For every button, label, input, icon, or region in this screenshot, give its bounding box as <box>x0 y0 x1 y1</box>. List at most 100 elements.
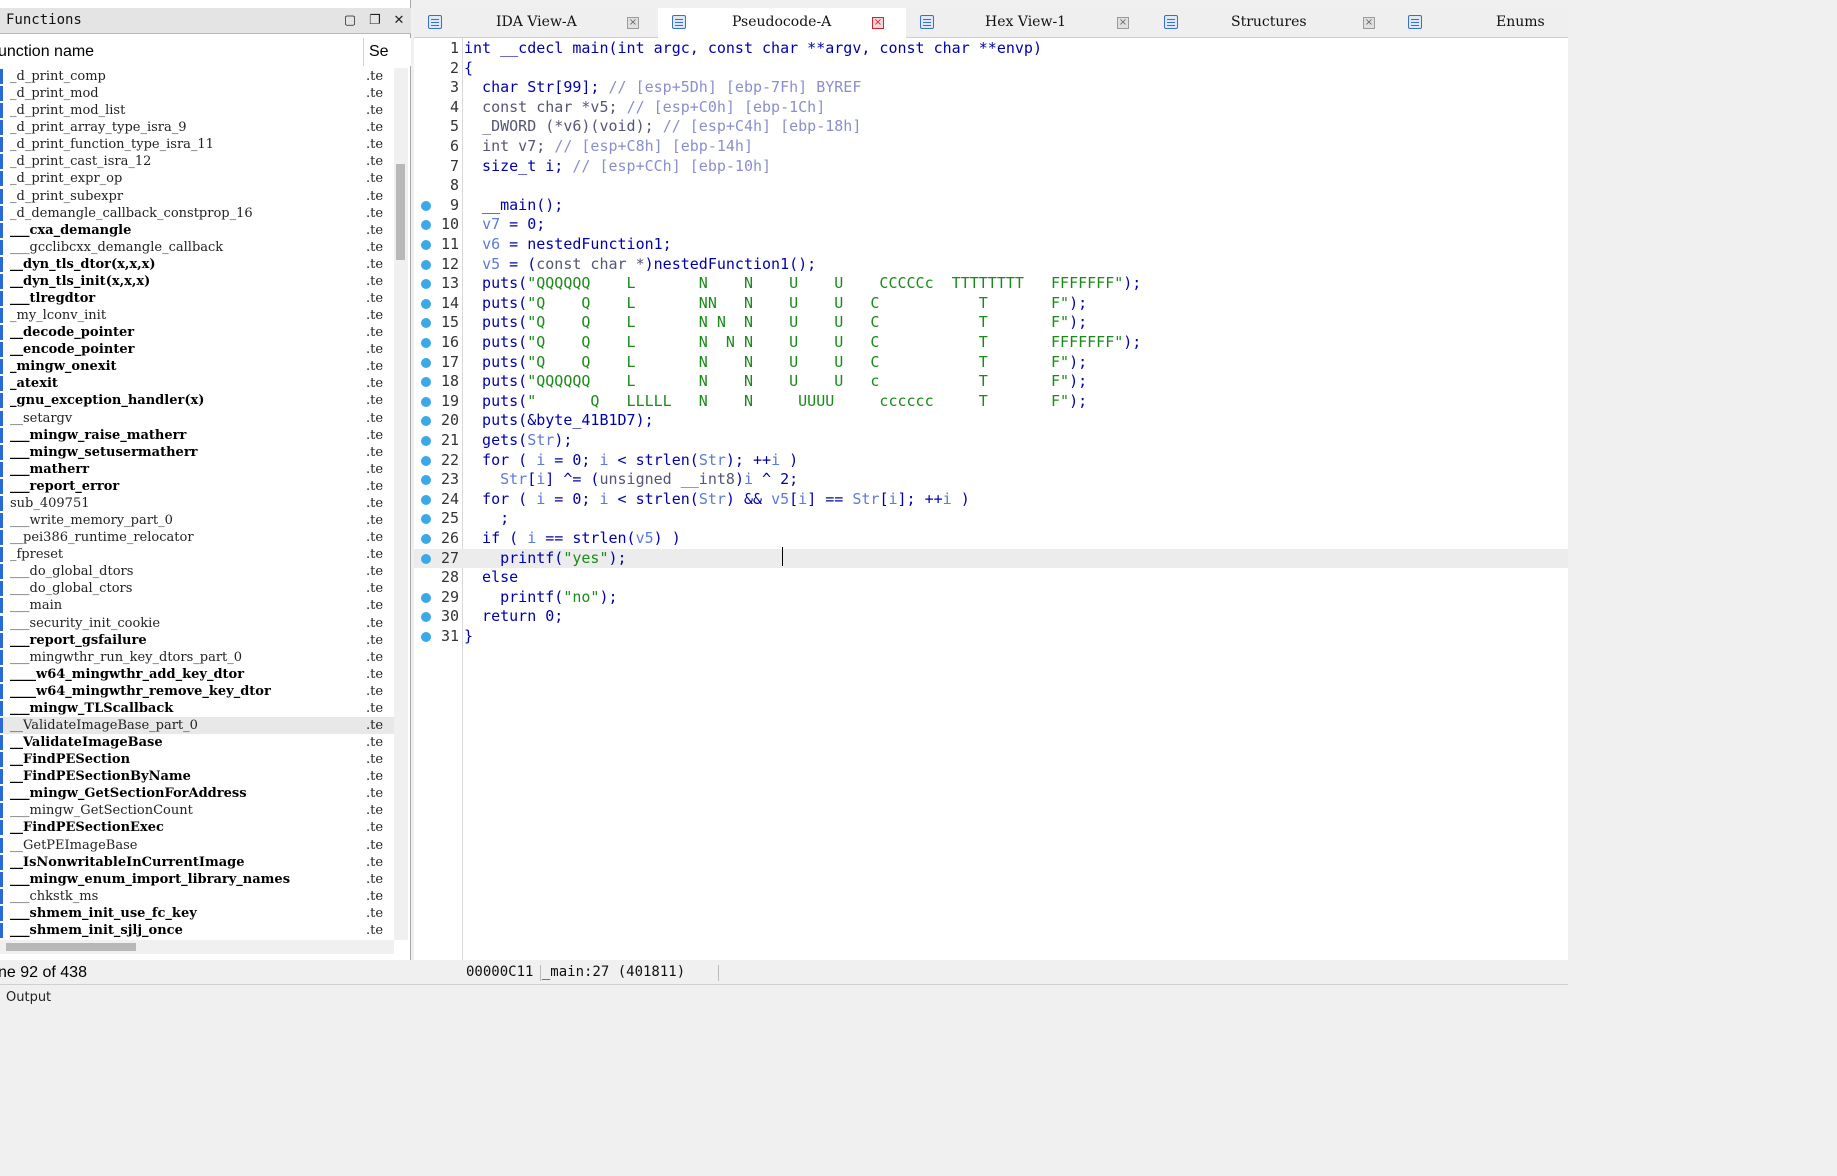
function-list-item[interactable]: ____w64_mingwthr_remove_key_dtor .te <box>0 683 394 700</box>
close-icon[interactable]: ✕ <box>391 12 407 28</box>
tab-structures[interactable]: Structures × <box>1150 8 1394 38</box>
function-list-item[interactable]: _fpreset .te <box>0 546 394 563</box>
scrollbar-thumb[interactable] <box>396 164 405 260</box>
function-list-item[interactable]: _mingw_onexit .te <box>0 358 394 375</box>
tab-close-icon[interactable]: × <box>627 17 639 29</box>
tab-ida-view[interactable]: IDA View-A × <box>414 8 658 38</box>
column-divider[interactable] <box>363 38 364 66</box>
function-list-item[interactable]: ___security_init_cookie .te <box>0 615 394 632</box>
scrollbar-thumb[interactable] <box>6 943 136 951</box>
breakpoint-dot-icon[interactable] <box>421 514 431 525</box>
function-list-item[interactable]: _d_print_subexpr .te <box>0 188 394 205</box>
breakpoint-dot-icon[interactable] <box>421 416 431 427</box>
function-list-item[interactable]: _d_print_expr_op .te <box>0 170 394 187</box>
breakpoint-dot-icon[interactable] <box>421 455 431 466</box>
code-line[interactable]: 13 puts("QQQQQQ L N N U U CCCCCc TTTTTTT… <box>414 274 1568 294</box>
breakpoint-dot-icon[interactable] <box>421 240 431 250</box>
tab-hex-view[interactable]: Hex View-1 × <box>906 8 1150 38</box>
code-line[interactable]: 11 v6 = nestedFunction1; <box>414 235 1568 255</box>
function-list-item[interactable]: ___gcclibcxx_demangle_callback .te <box>0 239 394 256</box>
function-list-item[interactable]: _d_print_cast_isra_12 .te <box>0 153 394 170</box>
vertical-scrollbar[interactable] <box>394 68 408 940</box>
function-list-item[interactable]: ___chkstk_ms .te <box>0 888 394 905</box>
function-list-item[interactable]: __FindPESection .te <box>0 751 394 768</box>
code-line[interactable]: 24 for ( i = 0; i < strlen(Str) && v5[i]… <box>414 490 1568 510</box>
code-line[interactable]: 14 puts("Q Q L NN N U U C T F"); <box>414 294 1568 314</box>
function-list-item[interactable]: _d_print_comp .te <box>0 68 394 85</box>
function-list-item[interactable]: __ValidateImageBase .te <box>0 734 394 751</box>
function-list-item[interactable]: sub_409751 .te <box>0 495 394 512</box>
code-line[interactable]: 16 puts("Q Q L N N N U U C T FFFFFFF"); <box>414 333 1568 353</box>
breakpoint-dot-icon[interactable] <box>421 259 431 270</box>
code-line[interactable]: 28 else <box>414 568 1568 588</box>
breakpoint-dot-icon[interactable] <box>421 632 431 642</box>
function-list-item[interactable]: ___mingw_enum_import_library_names .te <box>0 871 394 888</box>
function-list-item[interactable]: ___mingwthr_run_key_dtors_part_0 .te <box>0 649 394 666</box>
function-list-item[interactable]: ___do_global_ctors .te <box>0 580 394 597</box>
function-list-item[interactable]: _d_print_mod .te <box>0 85 394 102</box>
function-list-item[interactable]: __decode_pointer .te <box>0 324 394 341</box>
horizontal-scrollbar[interactable] <box>0 940 394 954</box>
breakpoint-dot-icon[interactable] <box>421 553 431 564</box>
function-list-item[interactable]: ___do_global_dtors .te <box>0 563 394 580</box>
functions-list[interactable]: _d_print_comp .te _d_print_mod .te _d_print_… <box>0 68 394 940</box>
code-line[interactable]: 15 puts("Q Q L N N N U U C T F"); <box>414 313 1568 333</box>
code-line[interactable]: 25 ; <box>414 509 1568 529</box>
breakpoint-dot-icon[interactable] <box>421 494 431 505</box>
function-list-item[interactable]: _d_demangle_callback_constprop_16 .te <box>0 205 394 222</box>
function-list-item[interactable]: _my_lconv_init .te <box>0 307 394 324</box>
breakpoint-dot-icon[interactable] <box>421 220 431 231</box>
code-line[interactable]: 7 size_t i; // [esp+CCh] [ebp-10h] <box>414 157 1568 177</box>
code-line[interactable]: 18 puts("QQQQQQ L N N U U c T F"); <box>414 372 1568 392</box>
code-line[interactable]: 29 printf("no"); <box>414 588 1568 608</box>
breakpoint-dot-icon[interactable] <box>421 298 431 309</box>
function-list-item[interactable]: _gnu_exception_handler(x) .te <box>0 392 394 409</box>
function-list-item[interactable]: ____w64_mingwthr_add_key_dtor .te <box>0 666 394 683</box>
breakpoint-dot-icon[interactable] <box>421 200 431 211</box>
code-line[interactable]: 21 gets(Str); <box>414 431 1568 451</box>
function-list-item[interactable]: __IsNonwritableInCurrentImage .te <box>0 854 394 871</box>
tab-close-icon[interactable]: × <box>1363 17 1375 29</box>
code-line[interactable]: 26 if ( i == strlen(v5) ) <box>414 529 1568 549</box>
function-list-item[interactable]: __pei386_runtime_relocator .te <box>0 529 394 546</box>
code-line[interactable]: 19 puts(" Q LLLLL N N UUUU cccccc T F"); <box>414 392 1568 412</box>
breakpoint-dot-icon[interactable] <box>421 534 431 544</box>
function-list-item[interactable]: __dyn_tls_dtor(x,x,x) .te <box>0 256 394 273</box>
pseudocode-view[interactable]: 1 int __cdecl main(int argc, const char *… <box>414 38 1568 960</box>
output-window-title[interactable]: Output <box>6 990 51 1004</box>
function-list-item[interactable]: ___write_memory_part_0 .te <box>0 512 394 529</box>
code-line[interactable]: 6 int v7; // [esp+C8h] [ebp-14h] <box>414 137 1568 157</box>
function-list-item[interactable]: __encode_pointer .te <box>0 341 394 358</box>
code-line[interactable]: 30 return 0; <box>414 607 1568 627</box>
code-line[interactable]: 20 puts(&byte_41B1D7); <box>414 411 1568 431</box>
breakpoint-dot-icon[interactable] <box>421 318 431 329</box>
tab-close-icon[interactable]: × <box>872 17 884 29</box>
function-list-item[interactable]: ___shmem_init_use_fc_key .te <box>0 905 394 922</box>
breakpoint-dot-icon[interactable] <box>421 612 431 623</box>
function-list-item[interactable]: ___mingw_raise_matherr .te <box>0 427 394 444</box>
code-line[interactable]: 1 int __cdecl main(int argc, const char *… <box>414 39 1568 59</box>
column-segment[interactable]: Se <box>369 43 389 61</box>
function-list-item[interactable]: __GetPEImageBase .te <box>0 837 394 854</box>
tab-close-icon[interactable]: × <box>1117 17 1129 29</box>
code-line[interactable]: 4 const char *v5; // [esp+C0h] [ebp-1Ch] <box>414 98 1568 118</box>
function-list-item[interactable]: __FindPESectionExec .te <box>0 819 394 836</box>
float-icon[interactable]: ❐ <box>367 12 383 28</box>
function-list-item[interactable]: _d_print_mod_list .te <box>0 102 394 119</box>
function-list-item[interactable]: ___mingw_setusermatherr .te <box>0 444 394 461</box>
function-list-item[interactable]: ___matherr .te <box>0 461 394 478</box>
code-line[interactable]: 31} <box>414 627 1568 647</box>
code-line[interactable]: 23 Str[i] ^= (unsigned __int8)i ^ 2; <box>414 470 1568 490</box>
code-line[interactable]: 5 _DWORD (*v6)(void); // [esp+C4h] [ebp-… <box>414 117 1568 137</box>
function-list-item[interactable]: _d_print_array_type_isra_9 .te <box>0 119 394 136</box>
maximize-icon[interactable]: ▢ <box>342 12 358 28</box>
breakpoint-dot-icon[interactable] <box>421 396 431 407</box>
function-list-item[interactable]: ___report_error .te <box>0 478 394 495</box>
function-list-item[interactable]: __ValidateImageBase_part_0 .te <box>0 716 394 735</box>
code-line[interactable]: 3 char Str[99]; // [esp+5Dh] [ebp-7Fh] B… <box>414 78 1568 98</box>
code-line[interactable]: 12 v5 = (const char *)nestedFunction1(); <box>414 255 1568 275</box>
function-list-item[interactable]: ___mingw_GetSectionForAddress .te <box>0 785 394 802</box>
code-line[interactable]: 22 for ( i = 0; i < strlen(Str); ++i ) <box>414 451 1568 471</box>
breakpoint-dot-icon[interactable] <box>421 357 431 368</box>
function-list-item[interactable]: _d_print_function_type_isra_11 .te <box>0 136 394 153</box>
